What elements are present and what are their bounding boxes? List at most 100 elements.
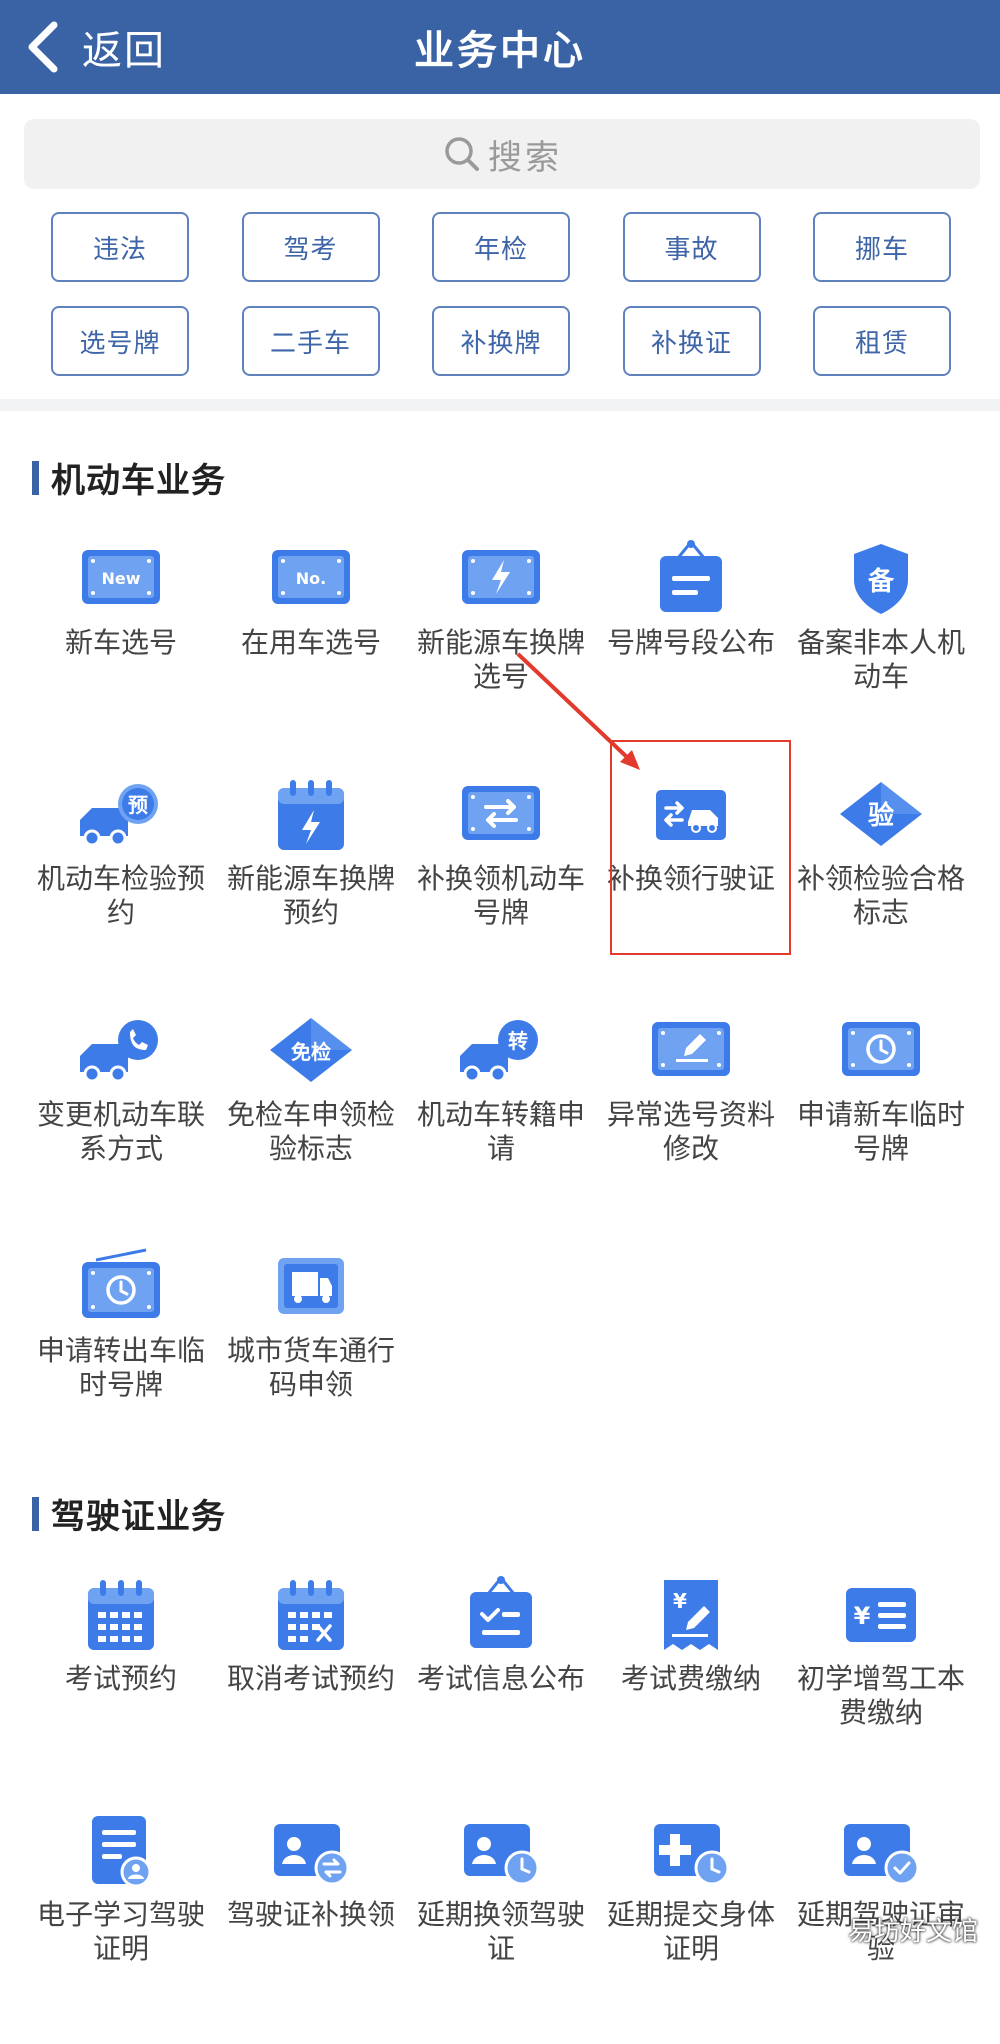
medical-clock-icon	[643, 1808, 739, 1892]
svg-text:¥: ¥	[673, 1589, 687, 1613]
service-replace-vehicle-license[interactable]: 补换领行驶证	[596, 772, 786, 1008]
service-change-vehicle-contact[interactable]: 变更机动车联系方式	[26, 1008, 216, 1244]
service-label: 免检车申领检验标志	[226, 1098, 395, 1165]
svg-text:转: 转	[508, 1029, 528, 1053]
service-label: 新能源车换牌预约	[226, 862, 395, 929]
tag-used-car[interactable]: 二手车	[241, 306, 380, 376]
service-label: 申请转出车临时号牌	[36, 1334, 205, 1401]
search-icon	[445, 137, 479, 171]
service-exam-booking[interactable]: 考试预约	[26, 1572, 216, 1808]
new-plate-icon: New	[73, 536, 169, 620]
ev-plate-icon	[453, 536, 549, 620]
service-label: 机动车转籍申请	[416, 1098, 585, 1165]
exempt-diamond-icon: 免检	[263, 1008, 359, 1092]
service-learner-fee-payment[interactable]: ¥ 初学增驾工本费缴纳	[786, 1572, 976, 1808]
cargo-truck-icon	[263, 1244, 359, 1328]
license-swap-icon	[263, 1808, 359, 1892]
license-service-grid: 考试预约 取消考试预约 考试信息公布 ¥ 考试费缴纳 ¥ 初学增驾工本费缴纳 电…	[26, 1572, 976, 2044]
svg-text:备: 备	[867, 567, 895, 597]
tag-move-car[interactable]: 挪车	[813, 212, 951, 282]
service-label: 取消考试预约	[226, 1662, 395, 1695]
service-new-car-temp-plate[interactable]: 申请新车临时号牌	[786, 1008, 976, 1244]
tag-accident[interactable]: 事故	[622, 212, 761, 282]
no-plate-icon: No.	[263, 536, 359, 620]
service-label: 在用车选号	[240, 626, 381, 659]
license-check-icon	[833, 1808, 929, 1892]
service-e-learner-permit[interactable]: 电子学习驾驶证明	[26, 1808, 216, 2044]
service-plate-segment-notice[interactable]: 号牌号段公布	[596, 536, 786, 772]
quick-tags: 违法 驾考 年检 事故 挪车 选号牌 二手车 补换牌 补换证 租赁	[51, 212, 951, 376]
section-title-license: 驾驶证业务	[32, 1489, 226, 1538]
service-label: 补领检验合格标志	[796, 862, 965, 929]
tag-select-plate[interactable]: 选号牌	[51, 306, 189, 376]
tag-annual-inspection[interactable]: 年检	[432, 212, 570, 282]
section-divider	[0, 399, 1000, 411]
document-person-icon	[73, 1808, 169, 1892]
calendar-cancel-icon	[263, 1572, 359, 1656]
service-license-replace[interactable]: 驾驶证补换领	[216, 1808, 406, 2044]
service-exam-info-notice[interactable]: 考试信息公布	[406, 1572, 596, 1808]
service-label: 城市货车通行码申领	[226, 1334, 395, 1401]
tag-driving-test[interactable]: 驾考	[241, 212, 380, 282]
service-extend-license-renewal[interactable]: 延期换领驾驶证	[406, 1808, 596, 2044]
svg-text:¥: ¥	[854, 1602, 871, 1630]
service-label: 补换领行驶证	[606, 862, 775, 895]
service-label: 号牌号段公布	[606, 626, 775, 659]
service-extend-health-proof[interactable]: 延期提交身体证明	[596, 1808, 786, 2044]
back-button[interactable]: 返回	[20, 0, 180, 94]
tag-rental[interactable]: 租赁	[813, 306, 951, 376]
record-shield-icon: 备	[833, 536, 929, 620]
tag-replace-plate[interactable]: 补换牌	[432, 306, 570, 376]
back-label: 返回	[82, 28, 166, 74]
chevron-left-icon	[28, 21, 58, 73]
plate-clock-icon	[833, 1008, 929, 1092]
ev-calendar-icon	[263, 772, 359, 856]
fee-receipt-icon: ¥	[643, 1572, 739, 1656]
service-city-truck-pass[interactable]: 城市货车通行码申领	[216, 1244, 406, 1480]
tag-replace-license[interactable]: 补换证	[622, 306, 761, 376]
search-placeholder: 搜索	[488, 137, 562, 178]
service-ev-plate-booking[interactable]: 新能源车换牌预约	[216, 772, 406, 1008]
service-label: 考试费缴纳	[620, 1662, 761, 1695]
service-label: 考试信息公布	[416, 1662, 585, 1695]
svg-text:预: 预	[128, 793, 148, 817]
service-exempt-inspection-mark[interactable]: 免检 免检车申领检验标志	[216, 1008, 406, 1244]
notice-check-icon	[453, 1572, 549, 1656]
service-ev-plate-select[interactable]: 新能源车换牌选号	[406, 536, 596, 772]
truck-phone-icon	[73, 1008, 169, 1092]
service-new-car-plate[interactable]: New 新车选号	[26, 536, 216, 772]
service-label: 备案非本人机动车	[796, 626, 965, 693]
plate-edit-icon	[643, 1008, 739, 1092]
service-label: 变更机动车联系方式	[36, 1098, 205, 1165]
section-title-text: 驾驶证业务	[51, 1497, 226, 1537]
service-label: 补换领机动车号牌	[416, 862, 585, 929]
truck-transfer-icon: 转	[453, 1008, 549, 1092]
plate-swap-icon	[453, 772, 549, 856]
service-abnormal-plate-edit[interactable]: 异常选号资料修改	[596, 1008, 786, 1244]
service-transfer-out-temp-plate[interactable]: 申请转出车临时号牌	[26, 1244, 216, 1480]
service-reissue-inspection-mark[interactable]: 验 补领检验合格标志	[786, 772, 976, 1008]
service-register-nonowner-vehicle[interactable]: 备 备案非本人机动车	[786, 536, 976, 772]
service-replace-vehicle-plate[interactable]: 补换领机动车号牌	[406, 772, 596, 1008]
service-used-car-plate[interactable]: No. 在用车选号	[216, 536, 406, 772]
license-clock-icon	[453, 1808, 549, 1892]
service-label: 新车选号	[64, 626, 177, 659]
search-bar[interactable]: 搜索	[24, 119, 980, 189]
service-vehicle-inspection-booking[interactable]: 预 机动车检验预约	[26, 772, 216, 1008]
svg-text:免检: 免检	[291, 1040, 331, 1064]
fee-list-icon: ¥	[833, 1572, 929, 1656]
svg-text:验: 验	[868, 800, 894, 831]
service-exam-fee-payment[interactable]: ¥ 考试费缴纳	[596, 1572, 786, 1808]
tag-violation[interactable]: 违法	[51, 212, 189, 282]
service-label: 申请新车临时号牌	[796, 1098, 965, 1165]
service-cancel-exam-booking[interactable]: 取消考试预约	[216, 1572, 406, 1808]
service-label: 驾驶证补换领	[226, 1898, 395, 1931]
inspection-diamond-icon: 验	[833, 772, 929, 856]
license-swap-car-icon	[643, 772, 739, 856]
calendar-grid-icon	[73, 1572, 169, 1656]
service-vehicle-transfer[interactable]: 转 机动车转籍申请	[406, 1008, 596, 1244]
section-title-vehicle: 机动车业务	[32, 453, 226, 502]
notice-board-icon	[643, 536, 739, 620]
service-label: 新能源车换牌选号	[416, 626, 585, 693]
section-title-text: 机动车业务	[51, 461, 226, 501]
